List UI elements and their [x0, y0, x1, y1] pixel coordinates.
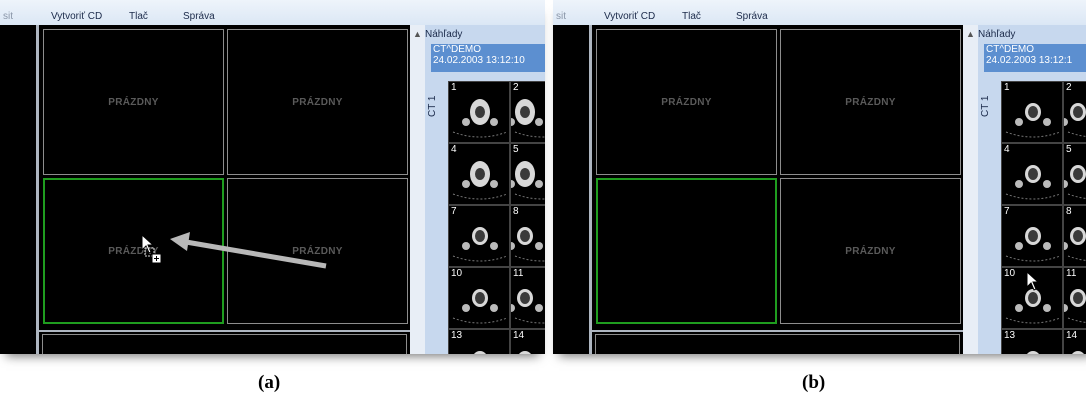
ct-slice-image — [1005, 165, 1061, 200]
ct-slice-image — [1005, 103, 1061, 138]
caption-a: (a) — [258, 372, 281, 393]
ct-thumbnail[interactable]: 4 — [1001, 143, 1063, 205]
pointer-cursor-icon — [1026, 271, 1040, 291]
screenshot-panel-a: sit Vytvoriť CD Tlač Správa PRÁZDNY PRÁZ… — [0, 0, 545, 354]
thumbnail-number: 5 — [1066, 144, 1072, 155]
ct-slice-image — [1005, 227, 1061, 262]
ct-thumbnail[interactable]: 5 — [1063, 143, 1086, 205]
thumbnail-number: 2 — [1066, 82, 1072, 93]
menu-item-print[interactable]: Tlač — [682, 11, 701, 22]
study-date: 24.02.2003 13:12:1 — [986, 55, 1073, 66]
ct-thumbnail[interactable]: 8 — [1063, 205, 1086, 267]
ct-thumbnail[interactable]: 13 — [1001, 329, 1063, 354]
thumbnail-grid: 1 2 4 5 7 8 10 11 13 14 — [1001, 81, 1086, 354]
viewport-cell[interactable]: PRÁZDNY — [780, 178, 961, 324]
bottom-viewer — [592, 330, 963, 354]
thumbnail-number: 4 — [1004, 144, 1010, 155]
thumbnail-header: Náhľady — [978, 29, 1016, 40]
thumbnail-number: 14 — [1066, 330, 1078, 341]
ct-thumbnail[interactable]: 14 — [1063, 329, 1086, 354]
study-name: CT^DEMO — [986, 44, 1035, 55]
empty-label: PRÁZDNY — [661, 96, 712, 108]
drag-arrow-icon — [170, 232, 327, 269]
viewport-cell[interactable]: PRÁZDNY — [596, 29, 777, 175]
screenshot-panel-b: sit Vytvoriť CD Tlač Správa PRÁZDNY PRÁZ… — [553, 0, 1086, 354]
menu-item-partial[interactable]: sit — [556, 11, 566, 22]
study-header[interactable]: CT^DEMO 24.02.2003 13:12:1 — [984, 44, 1086, 72]
menu-item-burn-cd[interactable]: Vytvoriť CD — [604, 11, 655, 22]
thumbnail-number: 7 — [1004, 206, 1010, 217]
menu-bar: sit Vytvoriť CD Tlač Správa — [553, 0, 1086, 25]
empty-label: PRÁZDNY — [845, 245, 896, 257]
thumbnail-panel: Náhľady CT^DEMO 24.02.2003 13:12:1 CT 1 … — [978, 25, 1086, 354]
empty-label: PRÁZDNY — [845, 96, 896, 108]
thumbnail-number: 8 — [1066, 206, 1072, 217]
ct-thumbnail[interactable]: 7 — [1001, 205, 1063, 267]
viewport-cell[interactable]: PRÁZDNY — [780, 29, 961, 175]
ct-thumbnail[interactable]: 2 — [1063, 81, 1086, 143]
thumbnail-number: 13 — [1004, 330, 1016, 341]
bottom-viewport[interactable] — [595, 334, 960, 354]
scroll-up-icon[interactable]: ▲ — [966, 29, 975, 39]
caption-b: (b) — [802, 372, 826, 393]
ct-thumbnail[interactable]: 1 — [1001, 81, 1063, 143]
left-panel — [553, 25, 592, 354]
scrollbar[interactable]: ▲ — [963, 25, 978, 354]
drag-copy-cursor-icon — [141, 234, 162, 264]
viewport-cell-selected[interactable] — [596, 178, 777, 324]
menu-item-manage[interactable]: Správa — [736, 11, 768, 22]
thumbnail-number: 11 — [1066, 268, 1077, 279]
thumbnail-number: 10 — [1004, 268, 1016, 279]
series-label: CT 1 — [980, 95, 991, 118]
viewer-grid: PRÁZDNY PRÁZDNY PRÁZDNY — [592, 25, 963, 330]
ct-thumbnail[interactable]: 11 — [1063, 267, 1086, 329]
thumbnail-number: 1 — [1004, 82, 1010, 93]
